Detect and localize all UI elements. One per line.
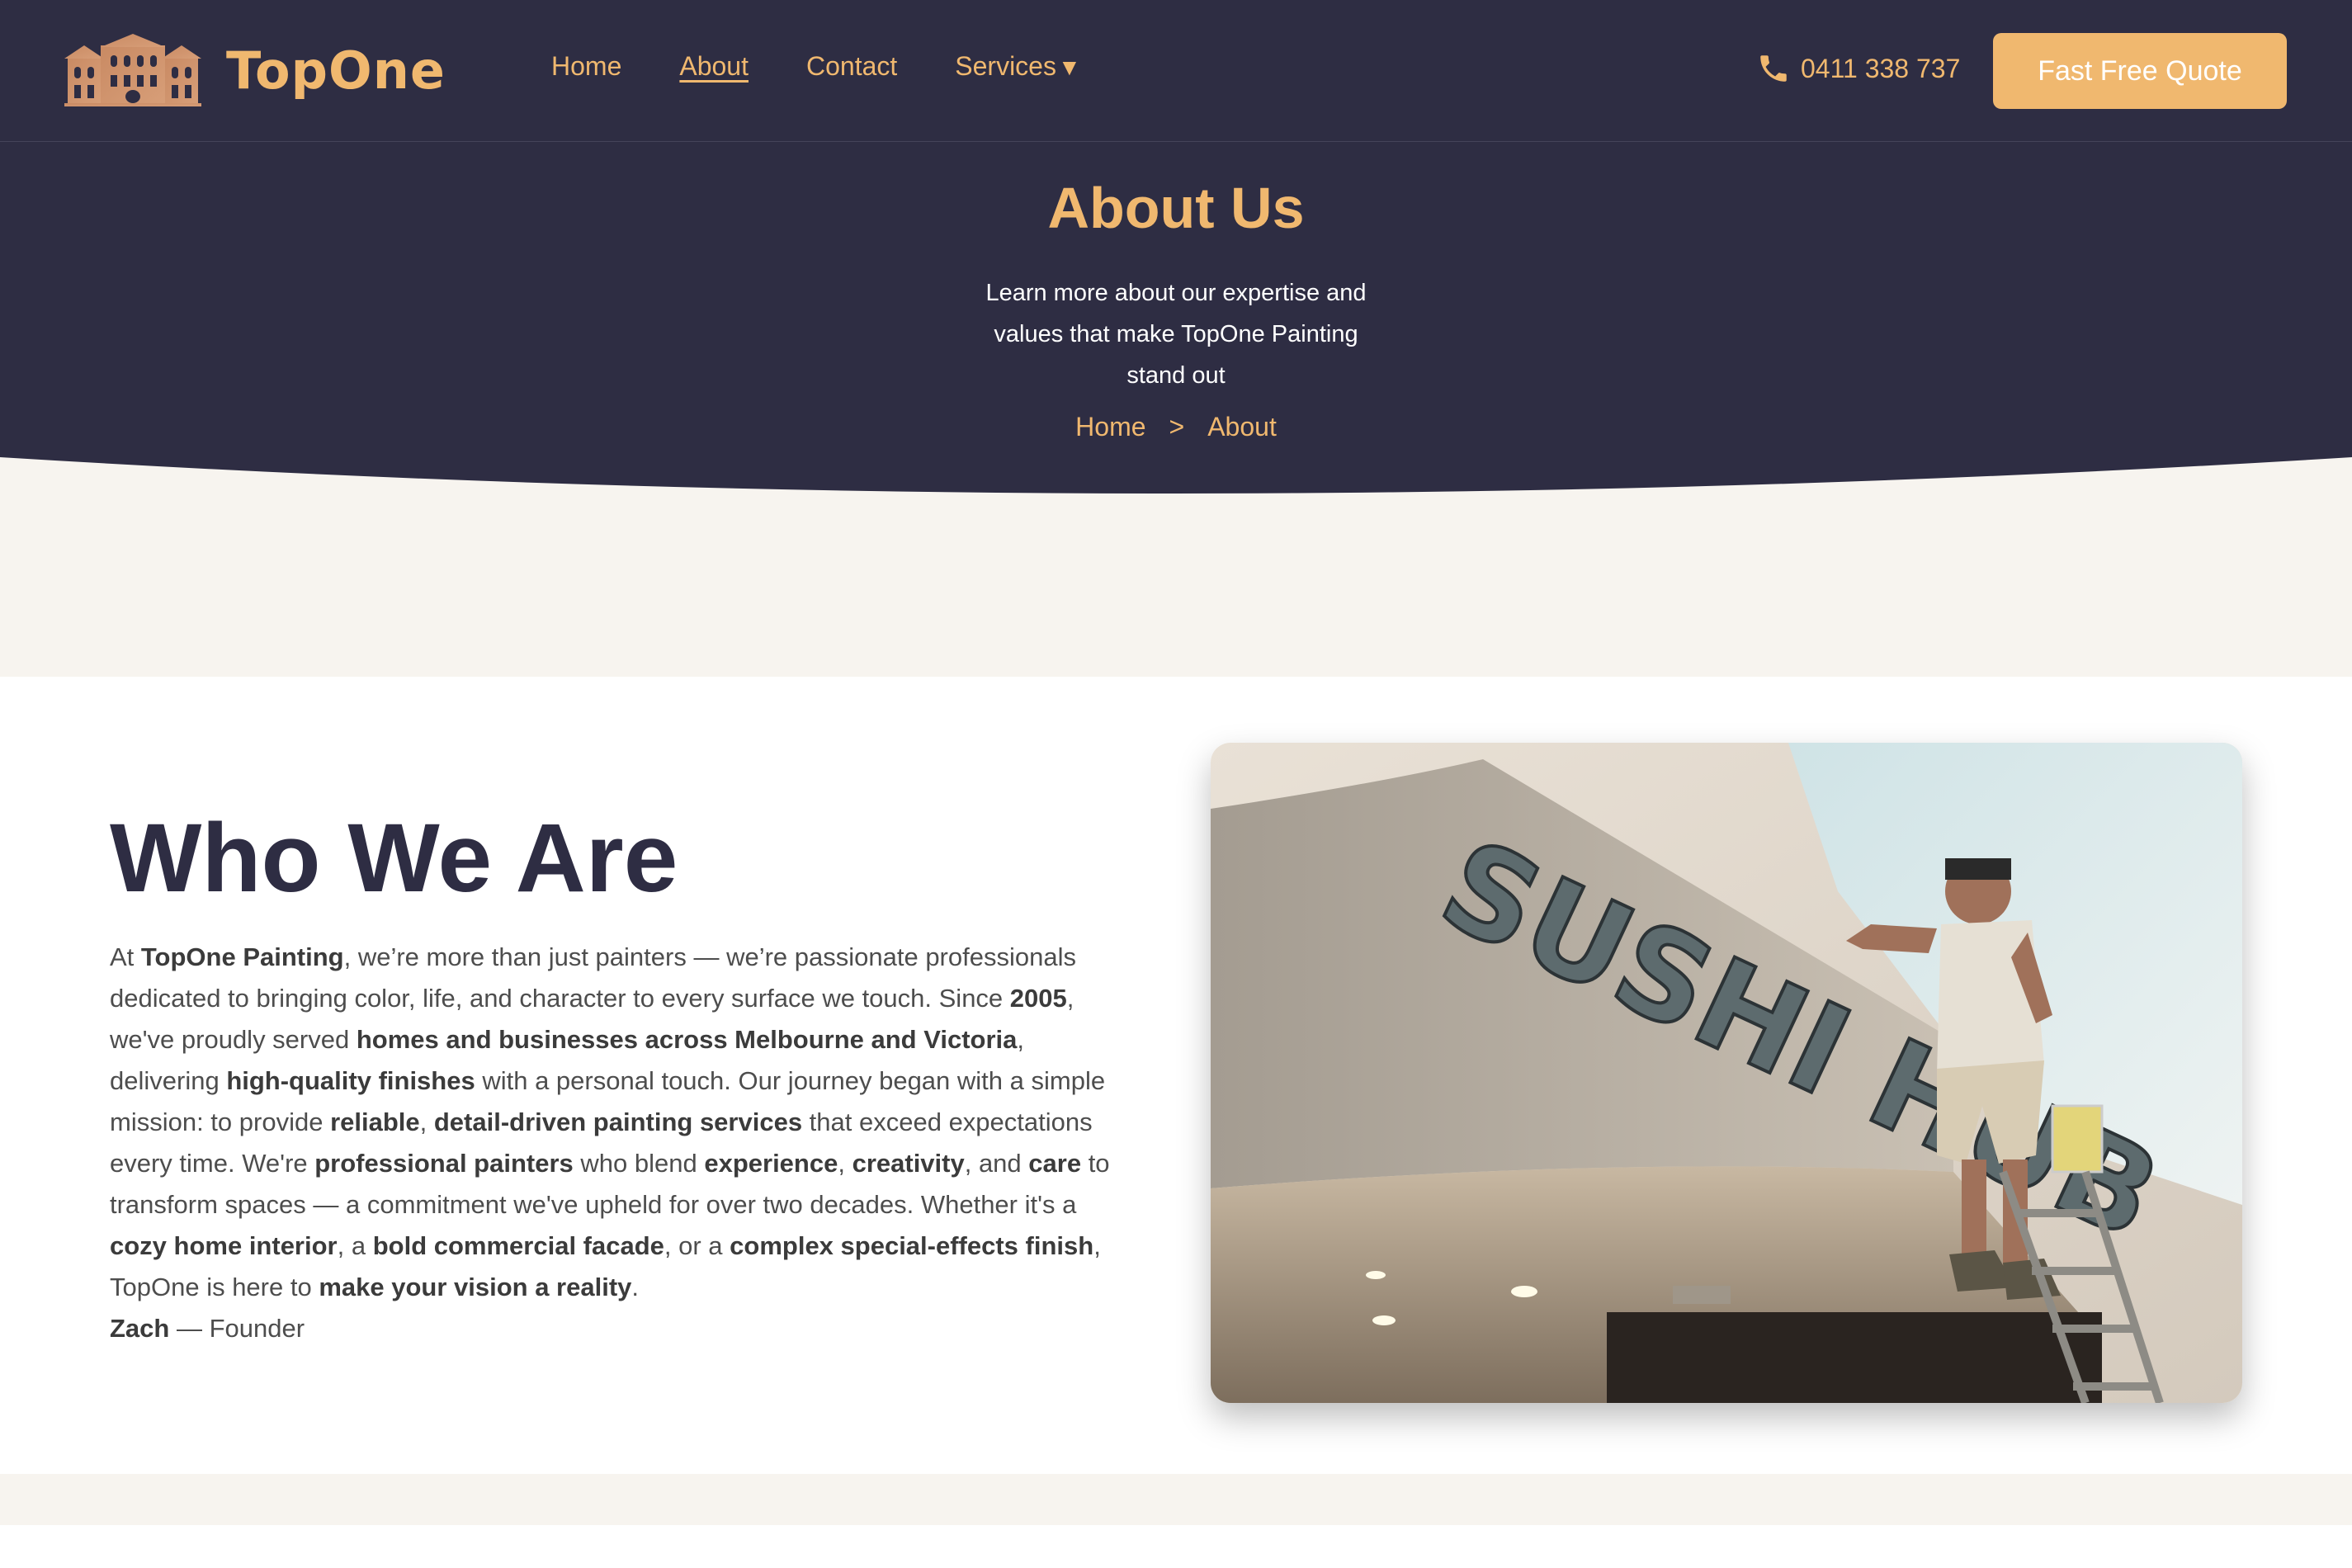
hero-banner: About Us Learn more about our expertise … (0, 142, 2352, 505)
brand-name: TopOne (226, 40, 446, 101)
section-divider (0, 1474, 2352, 1525)
fast-free-quote-button[interactable]: Fast Free Quote (1993, 33, 2287, 109)
paragraph-text: , and (964, 1149, 1029, 1178)
painter-photo-illustration: SUSHI HUB (1211, 743, 2242, 1403)
founder-role: — Founder (169, 1314, 305, 1343)
paragraph-emphasis: cozy home interior (110, 1231, 338, 1260)
painter-photo: SUSHI HUB (1211, 743, 2242, 1403)
phone-link[interactable]: 0411 338 737 (1756, 51, 1960, 86)
breadcrumb-current: About (1207, 412, 1277, 442)
paragraph-text: , or a (664, 1231, 730, 1260)
who-we-are-section: Who We Are At TopOne Painting, we’re mor… (0, 677, 2352, 1474)
paragraph-text: . (631, 1273, 640, 1301)
hero-subtitle-line: values that make TopOne Painting (994, 321, 1358, 347)
about-paragraph-body: At TopOne Painting, we’re more than just… (110, 942, 1110, 1301)
paragraph-emphasis: professional painters (314, 1149, 574, 1178)
paragraph-emphasis: care (1028, 1149, 1082, 1178)
paragraph-emphasis: complex special-effects finish (730, 1231, 1094, 1260)
nav-home[interactable]: Home (551, 51, 621, 82)
breadcrumb-home[interactable]: Home (1075, 412, 1145, 442)
breadcrumb: Home > About (0, 412, 2352, 442)
paragraph-emphasis: creativity (852, 1149, 965, 1178)
paragraph-emphasis: experience (704, 1149, 838, 1178)
next-section-edge (0, 1525, 2352, 1568)
brand-logo[interactable]: TopOne (64, 33, 446, 107)
about-paragraph: At TopOne Painting, we’re more than just… (110, 937, 1125, 1349)
phone-icon (1760, 55, 1787, 82)
paragraph-text: At (110, 942, 141, 971)
main-nav: Home About Contact Services▼ (551, 51, 1139, 82)
nav-contact[interactable]: Contact (806, 51, 897, 82)
nav-about[interactable]: About (679, 51, 749, 82)
hero-subtitle-line: Learn more about our expertise and (985, 280, 1367, 306)
nav-services-label: Services (955, 51, 1056, 81)
building-icon (64, 34, 201, 106)
paragraph-emphasis: reliable (330, 1108, 420, 1136)
breadcrumb-separator: > (1169, 412, 1185, 442)
paragraph-text: , a (337, 1231, 373, 1260)
founder-name: Zach (110, 1314, 170, 1343)
paragraph-emphasis: detail-driven painting services (433, 1108, 803, 1136)
hero-subtitle: Learn more about our expertise and value… (970, 272, 1382, 396)
paragraph-emphasis: high-quality finishes (226, 1066, 475, 1095)
paragraph-emphasis: bold commercial facade (372, 1231, 664, 1260)
paragraph-emphasis: make your vision a reality (319, 1273, 632, 1301)
paragraph-emphasis: 2005 (1009, 984, 1067, 1013)
page-title: About Us (1047, 176, 1305, 240)
dropdown-caret-icon: ▼ (1057, 54, 1081, 80)
nav-services[interactable]: Services▼ (955, 51, 1080, 82)
paragraph-text: , (419, 1108, 434, 1136)
paragraph-emphasis: homes and businesses across Melbourne an… (356, 1025, 1018, 1054)
site-header: TopOne Home About Contact Services▼ 0411… (0, 0, 2352, 142)
hero-subtitle-line: stand out (1126, 362, 1226, 389)
phone-number: 0411 338 737 (1801, 53, 1961, 83)
paragraph-emphasis: TopOne Painting (140, 942, 344, 971)
paragraph-text: , (838, 1149, 852, 1178)
paragraph-text: who blend (573, 1149, 705, 1178)
section-title: Who We Are (110, 804, 678, 913)
